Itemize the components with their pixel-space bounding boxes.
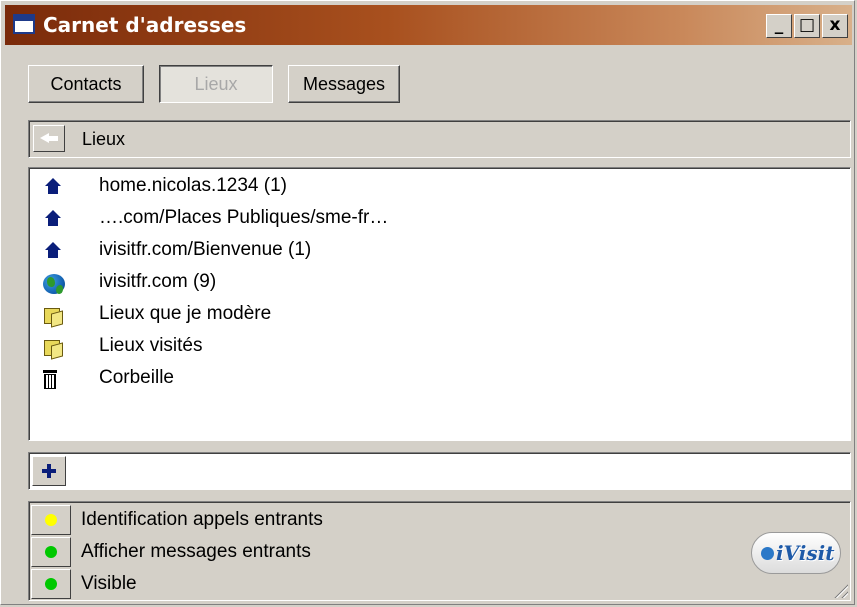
list-item-label: home.nicolas.1234 (1): [99, 175, 287, 196]
house-icon: [43, 242, 65, 262]
list-item[interactable]: ivisitfr.com/Bienvenue (1): [29, 235, 844, 267]
places-list: home.nicolas.1234 (1) ….com/Places Publi…: [28, 167, 851, 441]
tab-lieux[interactable]: Lieux: [159, 65, 273, 103]
title-bar[interactable]: Carnet d'adresses _ □ x: [5, 5, 852, 45]
trash-icon: [43, 370, 65, 390]
minimize-button[interactable]: _: [766, 14, 792, 38]
breadcrumb-label: Lieux: [82, 129, 126, 149]
list-item[interactable]: Lieux visités: [29, 331, 844, 363]
plus-icon[interactable]: [32, 456, 66, 486]
globe-icon: [43, 274, 65, 294]
status-label: Visible: [81, 573, 137, 594]
green-status-icon: [45, 546, 57, 558]
status-incoming-messages[interactable]: Afficher messages entrants: [31, 537, 731, 567]
status-led-button[interactable]: [31, 569, 71, 599]
folder-icon: [43, 338, 65, 358]
list-item-label: Lieux visités: [99, 335, 203, 356]
close-button[interactable]: x: [822, 14, 848, 38]
list-item[interactable]: ….com/Places Publiques/sme-fr…: [29, 203, 844, 235]
list-item-label: ivisitfr.com/Bienvenue (1): [99, 239, 312, 260]
status-incoming-calls[interactable]: Identification appels entrants: [31, 505, 731, 535]
status-led-button[interactable]: [31, 505, 71, 535]
resize-grip-icon[interactable]: [832, 582, 848, 598]
list-item[interactable]: home.nicolas.1234 (1): [29, 171, 844, 203]
status-panel: Identification appels entrants Afficher …: [28, 501, 851, 601]
list-item-label: ….com/Places Publiques/sme-fr…: [99, 207, 389, 228]
green-status-icon: [45, 578, 57, 590]
address-book-window: Carnet d'adresses _ □ x Contacts Lieux M…: [0, 0, 855, 605]
list-item-label: ivisitfr.com (9): [99, 271, 217, 292]
status-led-button[interactable]: [31, 537, 71, 567]
status-visible[interactable]: Visible: [31, 569, 731, 599]
add-place-input[interactable]: [71, 456, 844, 486]
tab-contacts[interactable]: Contacts: [28, 65, 144, 103]
list-item[interactable]: Lieux que je modère: [29, 299, 844, 331]
list-item-label: Lieux que je modère: [99, 303, 272, 324]
maximize-button[interactable]: □: [794, 14, 820, 38]
window-app-icon: [13, 14, 35, 34]
status-label: Afficher messages entrants: [81, 541, 311, 562]
folder-icon: [43, 306, 65, 326]
window-title: Carnet d'adresses: [43, 13, 247, 37]
logo-dot-icon: [761, 547, 774, 560]
add-place-bar: [28, 452, 851, 490]
ivisit-logo: iVisit: [751, 532, 841, 574]
house-icon: [43, 178, 65, 198]
list-item[interactable]: Corbeille: [29, 363, 844, 395]
tab-messages[interactable]: Messages: [288, 65, 400, 103]
logo-text: iVisit: [776, 541, 835, 565]
status-label: Identification appels entrants: [81, 509, 323, 530]
yellow-status-icon: [45, 514, 57, 526]
house-icon: [43, 210, 65, 230]
list-item-label: Corbeille: [99, 367, 174, 388]
back-arrow-icon[interactable]: [33, 125, 65, 152]
list-item[interactable]: ivisitfr.com (9): [29, 267, 844, 299]
breadcrumb: Lieux: [28, 120, 851, 158]
